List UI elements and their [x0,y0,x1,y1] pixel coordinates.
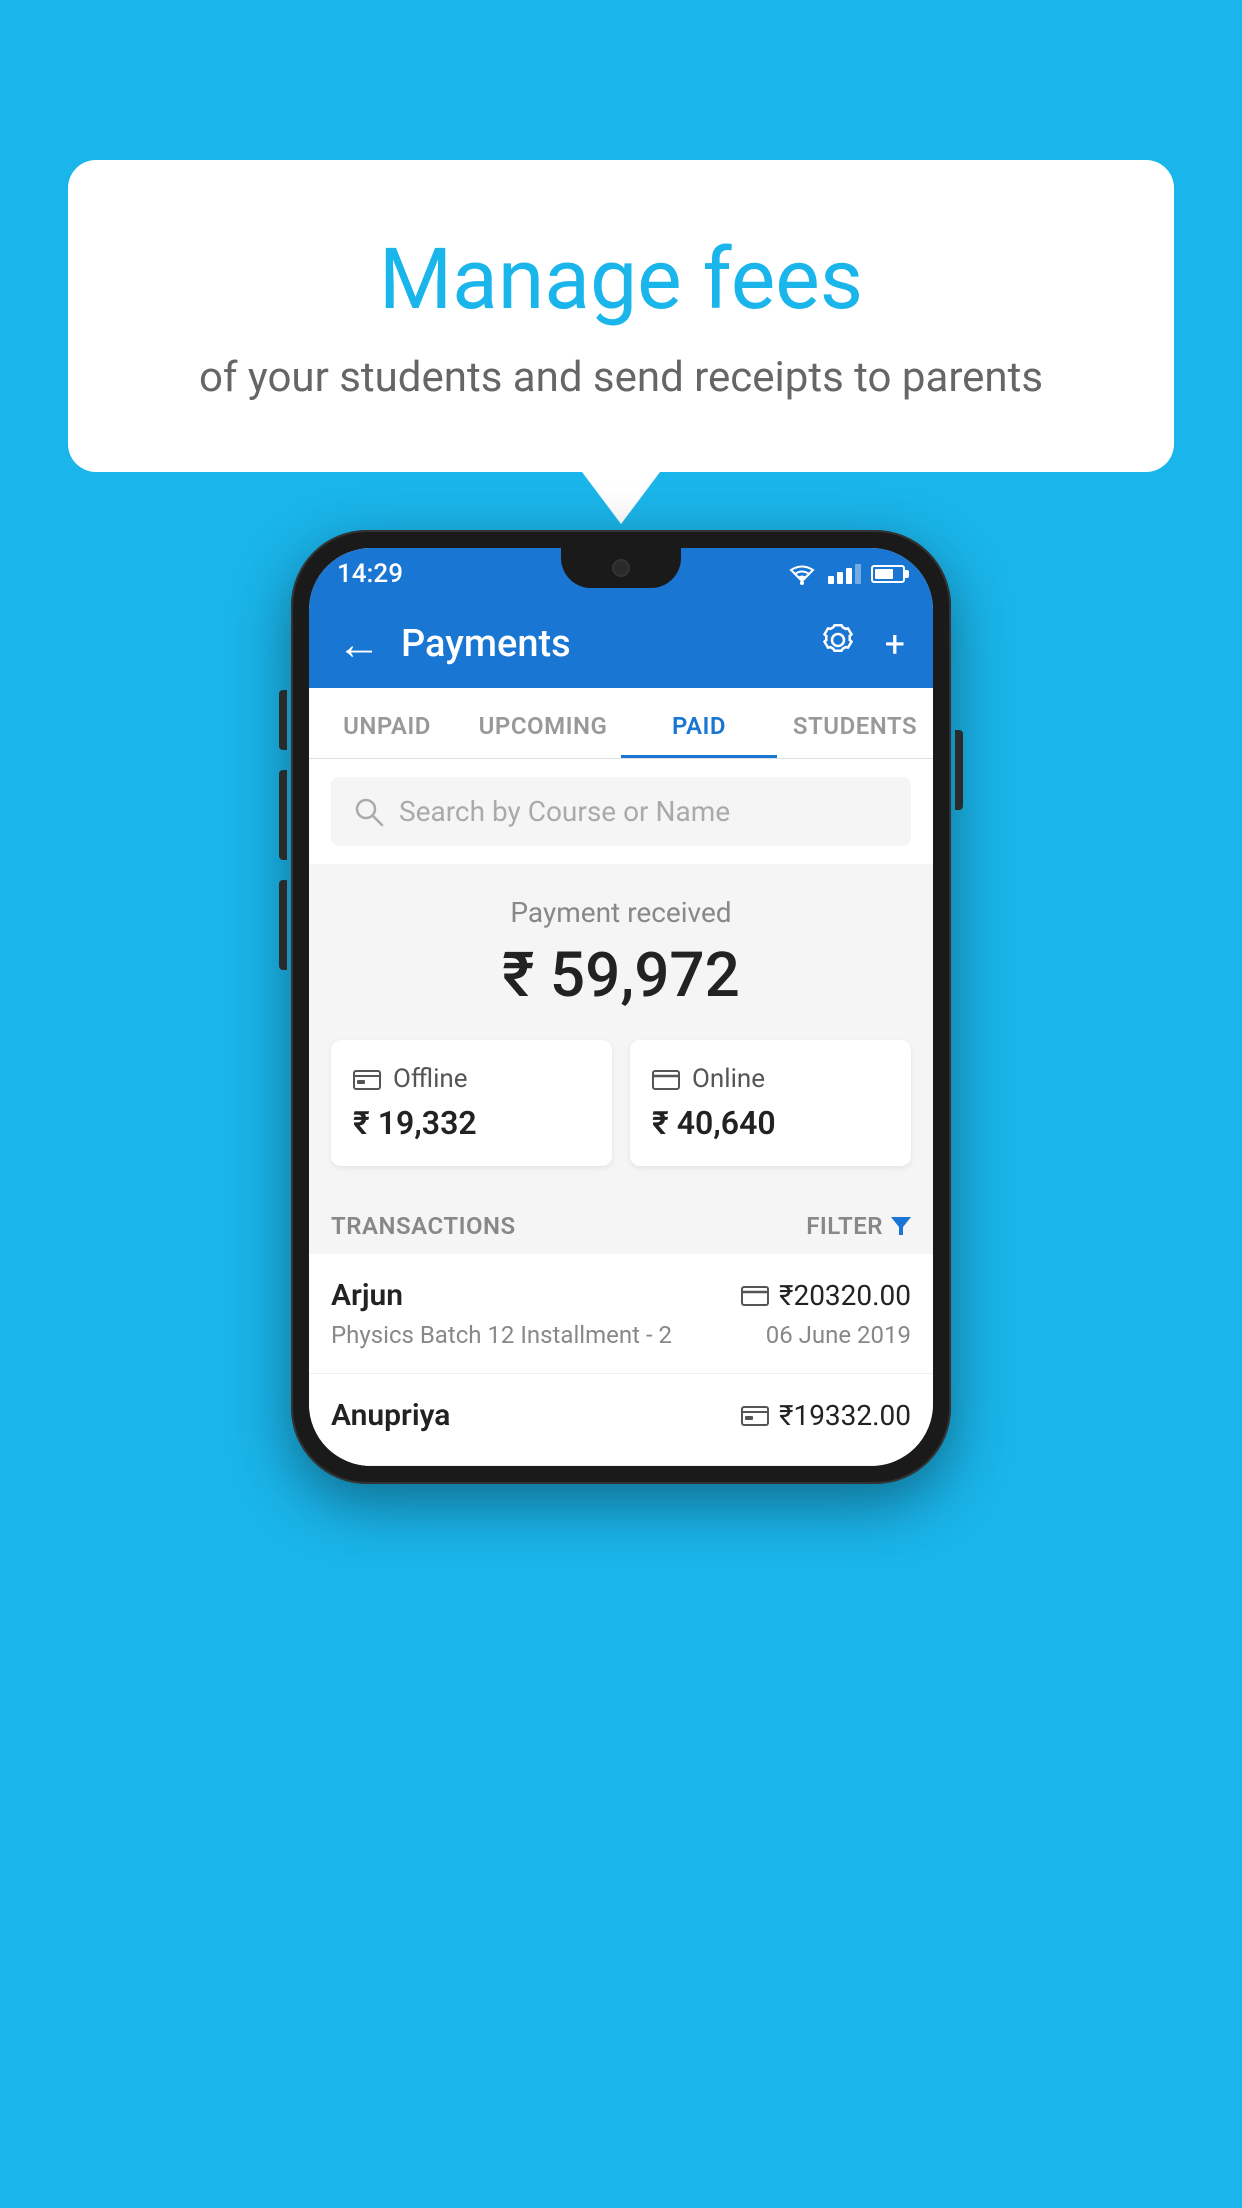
speech-bubble-subtitle: of your students and send receipts to pa… [128,353,1114,402]
offline-payment-icon [741,1406,769,1426]
filter-icon [891,1217,911,1235]
settings-button[interactable] [819,621,857,668]
online-label: Online [692,1064,765,1094]
search-container: Search by Course or Name [309,759,933,864]
transaction-course-1: Physics Batch 12 Installment - 2 [331,1321,672,1349]
transaction-top-2: Anupriya ₹19332.00 [331,1398,911,1433]
transaction-amount-value-1: ₹20320.00 [779,1279,911,1312]
battery-icon [871,565,905,583]
payment-summary: Payment received ₹ 59,972 [309,864,933,1040]
wifi-icon [786,563,818,585]
signal-icon [828,564,861,584]
transaction-top-1: Arjun ₹20320.00 [331,1278,911,1313]
transactions-header: TRANSACTIONS FILTER [309,1194,933,1254]
volume-down-button [279,770,287,860]
notch [561,548,681,588]
phone-mockup: 14:29 [291,530,951,1484]
back-button[interactable]: ← [337,622,381,666]
online-payment-icon [741,1286,769,1306]
silent-button [279,880,287,970]
offline-icon [353,1068,381,1090]
transaction-amount-value-2: ₹19332.00 [779,1399,911,1432]
speech-bubble-title: Manage fees [128,230,1114,329]
page-title: Payments [401,622,819,666]
power-button [955,730,963,810]
transactions-label: TRANSACTIONS [331,1212,516,1240]
filter-button[interactable]: FILTER [806,1212,911,1240]
search-placeholder: Search by Course or Name [399,795,730,828]
payment-total-amount: ₹ 59,972 [331,939,911,1012]
status-time: 14:29 [337,559,403,589]
payment-received-label: Payment received [331,896,911,929]
transaction-date-1: 06 June 2019 [766,1321,911,1349]
speech-bubble-container: Manage fees of your students and send re… [68,160,1174,472]
transaction-bottom-1: Physics Batch 12 Installment - 2 06 June… [331,1321,911,1349]
transaction-name-2: Anupriya [331,1398,450,1433]
tab-upcoming[interactable]: UPCOMING [465,688,621,758]
offline-payment-card: Offline ₹ 19,332 [331,1040,612,1166]
online-amount: ₹ 40,640 [652,1104,889,1142]
filter-label: FILTER [806,1212,883,1240]
phone-screen: 14:29 [309,548,933,1466]
transaction-row: Anupriya ₹19332.00 [309,1374,933,1466]
transaction-amount-1: ₹20320.00 [741,1279,911,1312]
status-bar: 14:29 [309,548,933,600]
tabs-bar: UNPAID UPCOMING PAID STUDENTS [309,688,933,759]
offline-amount: ₹ 19,332 [353,1104,590,1142]
header-icons: + [819,621,905,668]
transaction-row: Arjun ₹20320.00 Physics Batch 12 Install… [309,1254,933,1374]
online-payment-card: Online ₹ 40,640 [630,1040,911,1166]
add-button[interactable]: + [885,623,905,665]
transaction-amount-2: ₹19332.00 [741,1399,911,1432]
front-camera [612,559,630,577]
search-bar[interactable]: Search by Course or Name [331,777,911,846]
status-icons [786,563,905,585]
transaction-name-1: Arjun [331,1278,403,1313]
phone-outer: 14:29 [291,530,951,1484]
online-card-header: Online [652,1064,889,1094]
offline-label: Offline [393,1064,468,1094]
speech-bubble: Manage fees of your students and send re… [68,160,1174,472]
payment-cards: Offline ₹ 19,332 Online ₹ 40,640 [309,1040,933,1194]
volume-up-button [279,690,287,750]
online-icon [652,1068,680,1090]
tab-unpaid[interactable]: UNPAID [309,688,465,758]
tab-students[interactable]: STUDENTS [777,688,933,758]
offline-card-header: Offline [353,1064,590,1094]
tab-paid[interactable]: PAID [621,688,777,758]
search-icon [353,796,385,828]
app-header: ← Payments + [309,600,933,688]
